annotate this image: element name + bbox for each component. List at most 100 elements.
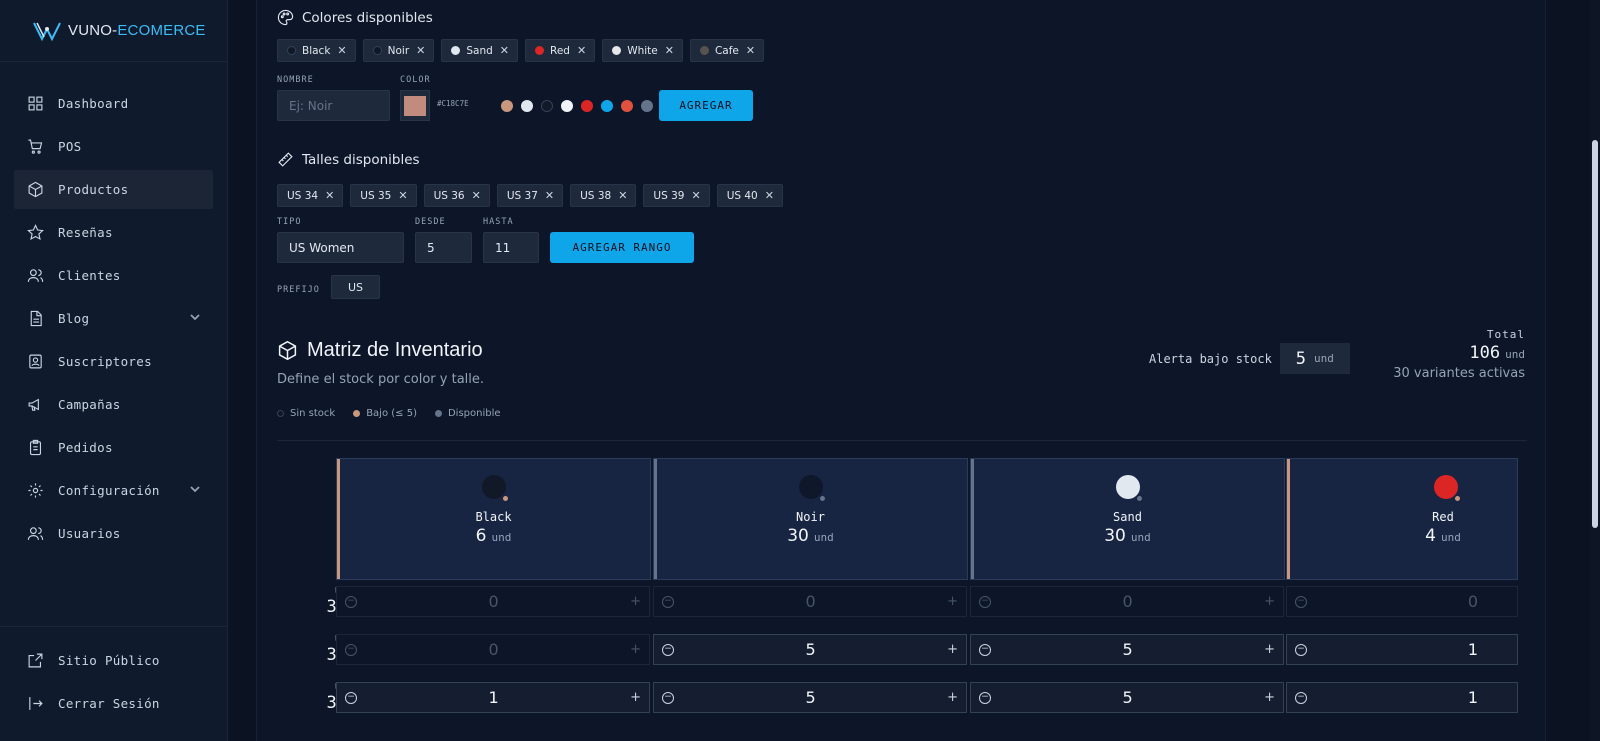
- remove-icon[interactable]: ✕: [472, 189, 481, 202]
- color-column-black[interactable]: Black 6 und: [336, 458, 651, 580]
- remove-icon[interactable]: ✕: [746, 44, 755, 57]
- stock-cell[interactable]: −1: [1286, 634, 1518, 665]
- sidebar-item-resenas[interactable]: Reseñas: [14, 213, 213, 252]
- remove-icon[interactable]: ✕: [325, 189, 334, 202]
- decrement-icon[interactable]: −: [979, 691, 991, 704]
- color-column-sand[interactable]: Sand 30 und: [970, 458, 1285, 580]
- decrement-icon[interactable]: −: [345, 643, 357, 656]
- prefix-input[interactable]: US: [331, 275, 380, 299]
- stock-cell[interactable]: − 5 +: [970, 682, 1284, 713]
- stock-value[interactable]: 5: [1122, 688, 1132, 707]
- stock-value[interactable]: 0: [1468, 592, 1478, 611]
- decrement-icon[interactable]: −: [1295, 643, 1307, 656]
- stock-cell[interactable]: − 0 +: [970, 586, 1284, 617]
- stock-cell[interactable]: −1: [1286, 682, 1518, 713]
- stock-value[interactable]: 1: [488, 688, 498, 707]
- decrement-icon[interactable]: −: [1295, 595, 1307, 608]
- decrement-icon[interactable]: −: [662, 691, 674, 704]
- sidebar-item-cerrar-sesion[interactable]: Cerrar Sesión: [14, 684, 214, 723]
- stock-cell[interactable]: − 5 +: [653, 682, 967, 713]
- remove-icon[interactable]: ✕: [765, 189, 774, 202]
- stock-value[interactable]: 5: [805, 688, 815, 707]
- color-column-noir[interactable]: Noir 30 und: [653, 458, 968, 580]
- remove-icon[interactable]: ✕: [398, 189, 407, 202]
- remove-icon[interactable]: ✕: [618, 189, 627, 202]
- stock-cell[interactable]: − 1 +: [336, 682, 650, 713]
- remove-icon[interactable]: ✕: [416, 44, 425, 57]
- remove-icon[interactable]: ✕: [545, 189, 554, 202]
- remove-icon[interactable]: ✕: [691, 189, 700, 202]
- remove-icon[interactable]: ✕: [577, 44, 586, 57]
- sidebar-item-pedidos[interactable]: Pedidos: [14, 428, 213, 467]
- decrement-icon[interactable]: −: [979, 643, 991, 656]
- add-color-button[interactable]: AGREGAR: [659, 90, 753, 121]
- range-to-input[interactable]: 11: [483, 232, 539, 263]
- chevron-down-icon[interactable]: [189, 311, 201, 323]
- palette-swatch[interactable]: [641, 100, 653, 112]
- stock-cell[interactable]: −0: [1286, 586, 1518, 617]
- stock-value[interactable]: 0: [488, 592, 498, 611]
- stock-cell[interactable]: − 5 +: [970, 634, 1284, 665]
- increment-icon[interactable]: +: [1264, 594, 1275, 609]
- decrement-icon[interactable]: −: [979, 595, 991, 608]
- sidebar-item-label: Sitio Público: [58, 653, 160, 668]
- decrement-icon[interactable]: −: [345, 595, 357, 608]
- stock-value[interactable]: 0: [488, 640, 498, 659]
- low-stock-threshold-input[interactable]: 5 und: [1279, 343, 1350, 374]
- sidebar-item-configuracion[interactable]: Configuración: [14, 471, 213, 510]
- decrement-icon[interactable]: −: [662, 595, 674, 608]
- increment-icon[interactable]: +: [947, 594, 958, 609]
- stock-value[interactable]: 5: [805, 640, 815, 659]
- size-type-select[interactable]: US Women: [277, 232, 404, 263]
- increment-icon[interactable]: +: [630, 594, 641, 609]
- scrollbar-thumb[interactable]: [1592, 140, 1598, 528]
- sidebar-item-dashboard[interactable]: Dashboard: [14, 84, 213, 123]
- increment-icon[interactable]: +: [630, 642, 641, 657]
- stock-status-dot: [501, 495, 509, 502]
- stock-cell[interactable]: − 5 +: [653, 634, 967, 665]
- sidebar-item-pos[interactable]: POS: [14, 127, 213, 166]
- palette-swatch[interactable]: [541, 100, 553, 112]
- remove-icon[interactable]: ✕: [337, 44, 346, 57]
- stock-value[interactable]: 1: [1468, 688, 1478, 707]
- palette-swatch[interactable]: [501, 100, 513, 112]
- color-picker[interactable]: [400, 90, 430, 121]
- stock-cell[interactable]: − 0 +: [336, 634, 650, 665]
- brand[interactable]: VUNO- ECOMERCE: [0, 0, 227, 62]
- remove-icon[interactable]: ✕: [665, 44, 674, 57]
- stock-value[interactable]: 1: [1468, 640, 1478, 659]
- add-range-button[interactable]: AGREGAR RANGO: [550, 232, 694, 263]
- palette-swatch[interactable]: [601, 100, 613, 112]
- stock-value[interactable]: 5: [1122, 640, 1132, 659]
- color-column-red[interactable]: Red 4 und: [1286, 458, 1518, 580]
- sidebar-item-sitio-publico[interactable]: Sitio Público: [14, 641, 214, 680]
- logout-icon: [26, 695, 44, 713]
- decrement-icon[interactable]: −: [345, 691, 357, 704]
- sidebar-item-clientes[interactable]: Clientes: [14, 256, 213, 295]
- stock-value[interactable]: 0: [1122, 592, 1132, 611]
- increment-icon[interactable]: +: [1264, 690, 1275, 705]
- palette-swatch[interactable]: [581, 100, 593, 112]
- stock-cell[interactable]: − 0 +: [653, 586, 967, 617]
- palette-swatch[interactable]: [621, 100, 633, 112]
- sidebar-item-campanas[interactable]: Campañas: [14, 385, 213, 424]
- scrollbar[interactable]: [1590, 0, 1600, 741]
- increment-icon[interactable]: +: [630, 690, 641, 705]
- stock-value[interactable]: 0: [805, 592, 815, 611]
- decrement-icon[interactable]: −: [1295, 691, 1307, 704]
- remove-icon[interactable]: ✕: [500, 44, 509, 57]
- range-from-input[interactable]: 5: [415, 232, 472, 263]
- palette-swatch[interactable]: [561, 100, 573, 112]
- sidebar-item-productos[interactable]: Productos: [14, 170, 213, 209]
- increment-icon[interactable]: +: [947, 642, 958, 657]
- increment-icon[interactable]: +: [1264, 642, 1275, 657]
- color-name-input[interactable]: Ej: Noir: [277, 90, 390, 121]
- increment-icon[interactable]: +: [947, 690, 958, 705]
- stock-cell[interactable]: − 0 +: [336, 586, 650, 617]
- sidebar-item-blog[interactable]: Blog: [14, 299, 213, 338]
- sidebar-item-usuarios[interactable]: Usuarios: [14, 514, 213, 553]
- sidebar-item-suscriptores[interactable]: Suscriptores: [14, 342, 213, 381]
- palette-swatch[interactable]: [521, 100, 533, 112]
- decrement-icon[interactable]: −: [662, 643, 674, 656]
- chevron-down-icon[interactable]: [189, 483, 201, 495]
